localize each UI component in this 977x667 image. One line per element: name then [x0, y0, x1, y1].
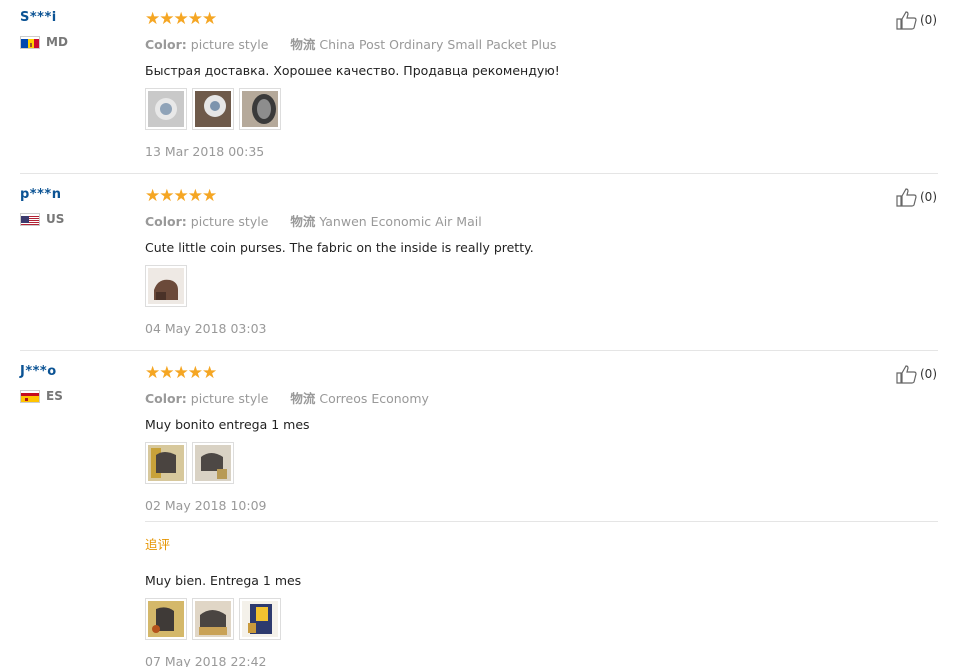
flag-us-icon	[20, 212, 40, 226]
reviewer-name[interactable]: p***n	[20, 187, 64, 202]
shipping-label: 物流	[290, 214, 316, 229]
flag-es-icon	[20, 389, 40, 403]
color-value: picture style	[190, 391, 269, 406]
color-value: picture style	[190, 214, 269, 229]
reviewer-name[interactable]: J***o	[20, 364, 63, 379]
review-divider	[20, 173, 938, 174]
followup-divider	[145, 521, 938, 522]
shipping-value: Correos Economy	[319, 391, 429, 406]
star-rating: ★★★★★	[145, 9, 217, 29]
star-rating: ★★★★★	[145, 186, 217, 206]
review-attributes: Color: picture style 物流 Correos Economy	[145, 388, 940, 407]
shipping-label: 物流	[290, 37, 316, 52]
followup-photo-thumbnail[interactable]	[192, 598, 234, 640]
reviewer-country: US	[20, 212, 64, 226]
review-date: 04 May 2018 03:03	[145, 321, 267, 336]
helpful-count: (0)	[920, 13, 937, 27]
helpful-button[interactable]: (0)	[896, 187, 937, 207]
reviewer-info: p***n US	[20, 187, 64, 226]
helpful-button[interactable]: (0)	[896, 364, 937, 384]
thumbs-up-icon	[896, 188, 917, 207]
reviewer-country: MD	[20, 35, 68, 49]
review-photo-thumbnail[interactable]	[145, 265, 187, 307]
color-value: picture style	[190, 37, 269, 52]
review-photo-thumbnail[interactable]	[192, 442, 234, 484]
review-text: Muy bonito entrega 1 mes	[145, 417, 310, 432]
country-code: MD	[46, 35, 68, 49]
review-photo-thumbnail[interactable]	[145, 88, 187, 130]
followup-label: 追评	[145, 537, 171, 552]
followup-date: 07 May 2018 22:42	[145, 654, 267, 667]
thumbs-up-icon	[896, 11, 917, 30]
country-code: US	[46, 212, 65, 226]
review-photo-thumbnail[interactable]	[239, 88, 281, 130]
review-photos	[145, 442, 940, 484]
followup-section: 追评 Muy bien. Entrega 1 mes 07 May 2018 2…	[145, 534, 940, 667]
color-label: Color:	[145, 214, 187, 229]
review-photo-thumbnail[interactable]	[145, 442, 187, 484]
reviewer-info: J***o ES	[20, 364, 63, 403]
shipping-value: Yanwen Economic Air Mail	[319, 214, 482, 229]
review-photos	[145, 88, 940, 130]
review-photos	[145, 265, 940, 307]
review-attributes: Color: picture style 物流 China Post Ordin…	[145, 34, 940, 53]
review-text: Быстрая доставка. Хорошее качество. Прод…	[145, 63, 560, 78]
helpful-count: (0)	[920, 367, 937, 381]
star-rating: ★★★★★	[145, 363, 217, 383]
helpful-button[interactable]: (0)	[896, 10, 937, 30]
color-label: Color:	[145, 391, 187, 406]
review-date: 13 Mar 2018 00:35	[145, 144, 265, 159]
helpful-count: (0)	[920, 190, 937, 204]
review-photo-thumbnail[interactable]	[192, 88, 234, 130]
reviewer-country: ES	[20, 389, 63, 403]
review-body: ★★★★★ Color: picture style 物流 Correos Ec…	[145, 363, 940, 667]
followup-photos	[145, 598, 940, 640]
followup-photo-thumbnail[interactable]	[145, 598, 187, 640]
reviewer-name[interactable]: S***i	[20, 10, 68, 25]
review-text: Cute little coin purses. The fabric on t…	[145, 240, 534, 255]
thumbs-up-icon	[896, 365, 917, 384]
reviewer-info: S***i MD	[20, 10, 68, 49]
country-code: ES	[46, 389, 63, 403]
followup-photo-thumbnail[interactable]	[239, 598, 281, 640]
color-label: Color:	[145, 37, 187, 52]
flag-md-icon	[20, 35, 40, 49]
shipping-label: 物流	[290, 391, 316, 406]
review-body: ★★★★★ Color: picture style 物流 Yanwen Eco…	[145, 187, 940, 336]
followup-text: Muy bien. Entrega 1 mes	[145, 573, 302, 588]
shipping-value: China Post Ordinary Small Packet Plus	[319, 37, 557, 52]
review-body: ★★★★★ Color: picture style 物流 China Post…	[145, 10, 940, 159]
review-date: 02 May 2018 10:09	[145, 498, 267, 513]
review-attributes: Color: picture style 物流 Yanwen Economic …	[145, 211, 940, 230]
review-divider	[20, 350, 938, 351]
